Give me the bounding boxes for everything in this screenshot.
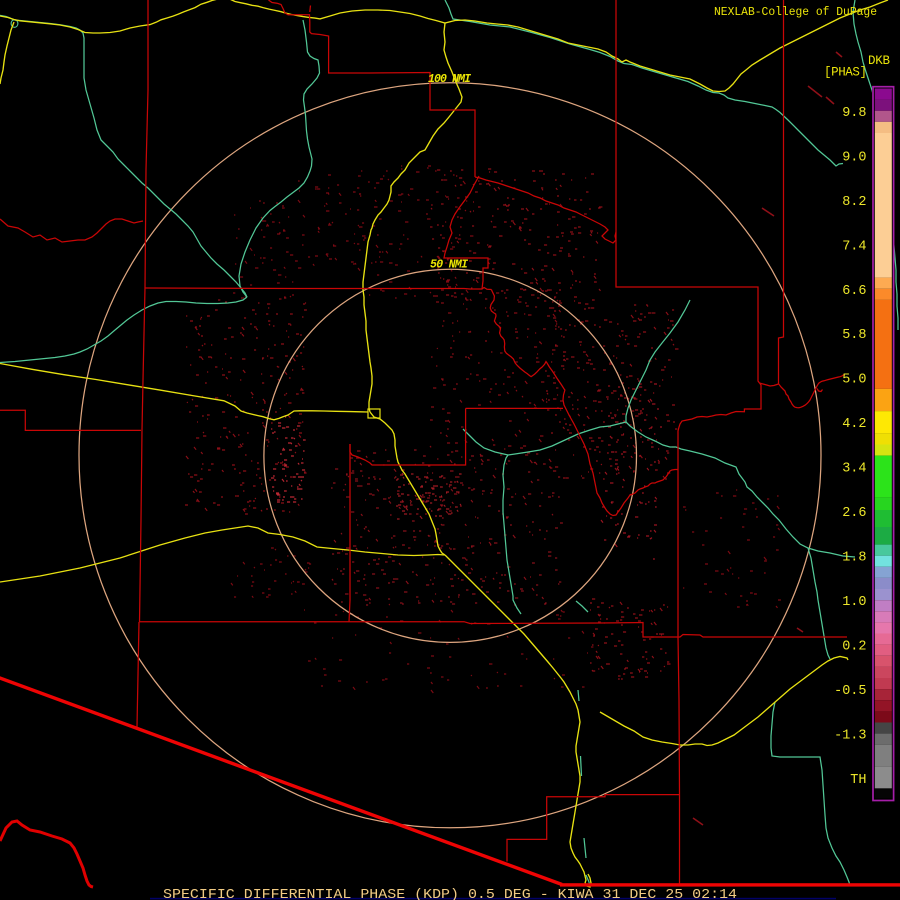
svg-text:1.0: 1.0 — [842, 595, 866, 610]
svg-text:SPECIFIC DIFFERENTIAL PHASE (K: SPECIFIC DIFFERENTIAL PHASE (KDP) 0.5 DE… — [163, 888, 737, 900]
svg-text:1.8: 1.8 — [842, 551, 866, 566]
svg-text:100 NMI: 100 NMI — [428, 73, 471, 86]
svg-text:2.6: 2.6 — [842, 506, 866, 521]
svg-text:5.0: 5.0 — [842, 373, 866, 388]
svg-text:3.4: 3.4 — [842, 462, 866, 477]
svg-text:50 NMI: 50 NMI — [430, 259, 468, 272]
svg-text:9.0: 9.0 — [842, 150, 866, 165]
svg-text:6.6: 6.6 — [842, 284, 866, 299]
svg-text:-0.5: -0.5 — [834, 684, 866, 699]
svg-text:DKB: DKB — [868, 54, 890, 68]
svg-text:9.8: 9.8 — [842, 106, 866, 121]
svg-text:7.4: 7.4 — [842, 239, 866, 254]
svg-text:-1.3: -1.3 — [834, 728, 866, 743]
svg-text:NEXLAB-College of DuPage: NEXLAB-College of DuPage — [714, 5, 877, 19]
svg-text:0.2: 0.2 — [842, 639, 866, 654]
svg-text:TH: TH — [850, 773, 866, 788]
svg-text:4.2: 4.2 — [842, 417, 866, 432]
svg-text:8.2: 8.2 — [842, 195, 866, 210]
svg-text:[PHAS]: [PHAS] — [824, 66, 867, 80]
svg-text:5.8: 5.8 — [842, 328, 866, 343]
